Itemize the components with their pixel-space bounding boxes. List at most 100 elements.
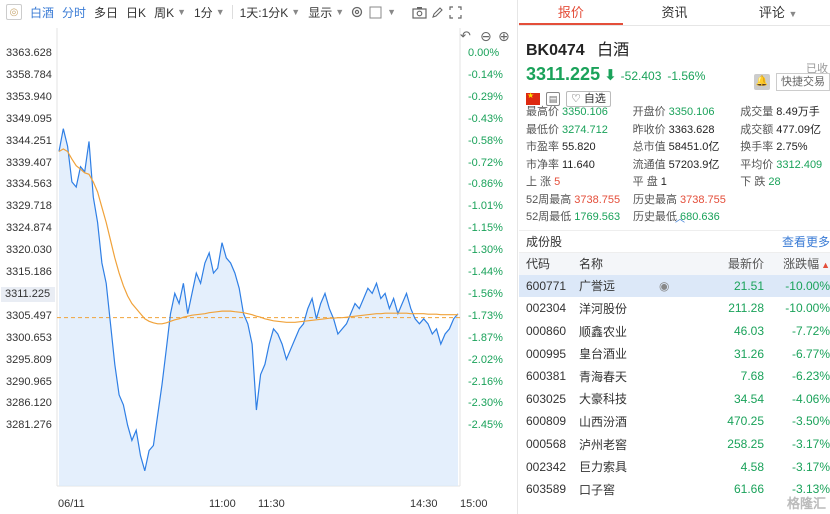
sort-caret-icon: ▲ [821,260,830,271]
stat-label: 52周最低 [526,211,572,223]
quick-trade-button[interactable]: 快捷交易 [776,73,830,91]
stat-cell: 历史最高 3738.755 [633,192,741,210]
stat-cell: 市盈率 55.820 [526,139,633,157]
row-name: 皇台酒业 [579,347,628,362]
chevron-down-icon[interactable]: ▼ [387,7,396,17]
stat-value: 3350.106 [668,106,715,118]
row-name: 顺鑫农业 [579,324,628,339]
gear-icon[interactable] [348,0,366,24]
stat-value: 28 [768,176,781,188]
row-name: 巨力索具 [579,460,628,475]
row-code: 000995 [526,346,567,361]
undo-icon[interactable]: ↶ [460,28,471,44]
dropdown-period-label: 1天:1分K [239,5,289,20]
row-name: 洋河股份 [579,301,628,316]
pct-tick-label: -1.01% [468,200,503,213]
stat-value: 2.75% [776,141,808,153]
table-row[interactable]: 600809 山西汾酒 470.25 -3.50% [519,410,830,433]
row-name: 山西汾酒 [579,414,628,429]
y-tick-label: 3344.251 [6,134,52,147]
bell-icon[interactable]: 🔔 [754,74,770,90]
intraday-chart[interactable]: 3363.628 3358.784 3353.940 3349.095 3344.251… [0,28,518,514]
stat-value: 3363.628 [668,123,715,136]
dropdown-period[interactable]: 1天:1分K ▼ [236,0,305,24]
col-last[interactable]: 最新价 [694,255,764,272]
stat-value: 57203.9亿 [668,158,720,171]
y-tick-label: 3290.965 [6,375,52,388]
y-tick-label: 3281.276 [6,419,52,432]
table-row[interactable]: 600771 广誉远 ◉ 21.51 -10.00% [519,274,830,298]
pct-tick-label: -0.86% [468,178,503,191]
stats-row: 最高价 3350.106 开盘价 3350.106 成交量 8.49万手 [526,104,830,122]
chevron-up-icon[interactable]: ︿ [675,211,685,229]
y-tick-label: 3300.653 [6,331,52,344]
stats-row: 上 涨5平 盘1下 跌 28 [526,174,830,192]
zoom-in-icon[interactable]: ⊕ [498,28,510,45]
row-last: 21.51 [733,278,764,293]
y-tick-label: 3339.407 [6,156,52,169]
expand-icon[interactable] [446,0,464,24]
row-last: 470.25 [727,414,764,429]
dropdown-weekly-k-label: 周K [154,5,175,20]
col-code[interactable]: 代码 [519,255,579,272]
pct-tick-label: -1.44% [468,266,503,278]
table-row[interactable]: 603589 口子窖 61.66 -3.13% [519,478,830,501]
table-row[interactable]: 000860 顺鑫农业 46.03 -7.72% [519,320,830,343]
tab-comments[interactable]: 评论 ▼ [726,0,830,25]
checkbox-icon[interactable] [366,0,384,24]
chevron-down-icon: ▼ [335,7,345,17]
y-tick-label: 3363.628 [6,47,52,59]
table-row[interactable]: 603025 大豪科技 34.54 -4.06% [519,388,830,411]
pct-tick-label: -2.30% [468,397,503,410]
row-last: 61.66 [733,482,764,497]
row-name: 口子窖 [579,482,616,497]
stock-name-label: 白酒 [30,5,55,20]
table-row[interactable]: 600381 青海春天 7.68 -6.23% [519,365,830,388]
row-code: 600809 [526,414,567,429]
time-tick-label: 14:30 [410,498,438,510]
row-name: 泸州老窖 [579,437,628,452]
stat-label: 平均价 [740,158,774,171]
eye-icon[interactable]: ◉ [659,279,694,293]
stat-label: 换手率 [740,141,774,153]
tab-news[interactable]: 资讯 [623,0,727,25]
stat-value: 3312.409 [776,158,823,171]
components-title: 成份股 [526,235,563,249]
components-table: 代码 名称 最新价 涨跌幅 ▲ 600771 广誉远 ◉ 21.51 -10.00% 002… [519,252,830,501]
table-row[interactable]: 000568 泸州老窖 258.25 -3.17% [519,433,830,456]
tab-daily-k[interactable]: 日K [122,0,150,24]
col-pct[interactable]: 涨跌幅 ▲ [764,255,830,272]
col-name[interactable]: 名称 [579,255,659,272]
camera-icon[interactable] [410,0,428,24]
dropdown-1min[interactable]: 1分 ▼ [190,0,229,24]
stat-label: 最低价 [526,123,559,136]
tab-quote[interactable]: 报价 [519,0,623,25]
row-pct: -6.77% [791,346,830,361]
row-name: 青海春天 [579,369,628,384]
stat-value: 55.820 [562,141,596,153]
pct-tick-label: -0.29% [468,90,503,103]
view-more-link[interactable]: 查看更多 [782,233,830,250]
table-row[interactable]: 002342 巨力索具 4.58 -3.17% [519,455,830,478]
dropdown-display[interactable]: 显示 ▼ [304,0,348,24]
dropdown-weekly-k[interactable]: 周K ▼ [150,0,190,24]
stat-label: 历史最高 [633,193,677,206]
row-pct: -3.50% [791,414,830,429]
y-tick-label: 3324.874 [6,222,52,235]
zoom-out-icon[interactable]: ⊖ [480,28,492,45]
table-row[interactable]: 002304 洋河股份 211.28 -10.00% [519,297,830,320]
stat-cell: 52周最高 3738.755 [526,192,633,210]
row-last: 4.58 [740,459,764,474]
stats-row: 市盈率 55.820 总市值 58451.0亿 换手率 2.75% [526,139,830,157]
table-row[interactable]: 000995 皇台酒业 31.26 -6.77% [519,342,830,365]
chevron-down-icon: ▼ [215,7,225,17]
pct-tick-label: -2.02% [468,353,503,366]
pct-tick-label: -0.43% [468,112,503,125]
chart-toolbar: ◎ 白酒 分时 多日 日K 周K ▼ 1分 ▼ 1天:1分K ▼ 显示 ▼ ▼ [0,0,518,24]
pen-icon[interactable] [428,0,446,24]
tab-multi-day[interactable]: 多日 [90,0,122,24]
pct-tick-label: -1.56% [468,287,503,300]
stats-row: 52周最高 3738.755 历史最高 3738.755 [526,192,830,210]
tab-intraday[interactable]: 分时 [58,0,90,24]
stats-grid: 最高价 3350.106 开盘价 3350.106 成交量 8.49万手 最低价 3274.7… [519,96,830,225]
